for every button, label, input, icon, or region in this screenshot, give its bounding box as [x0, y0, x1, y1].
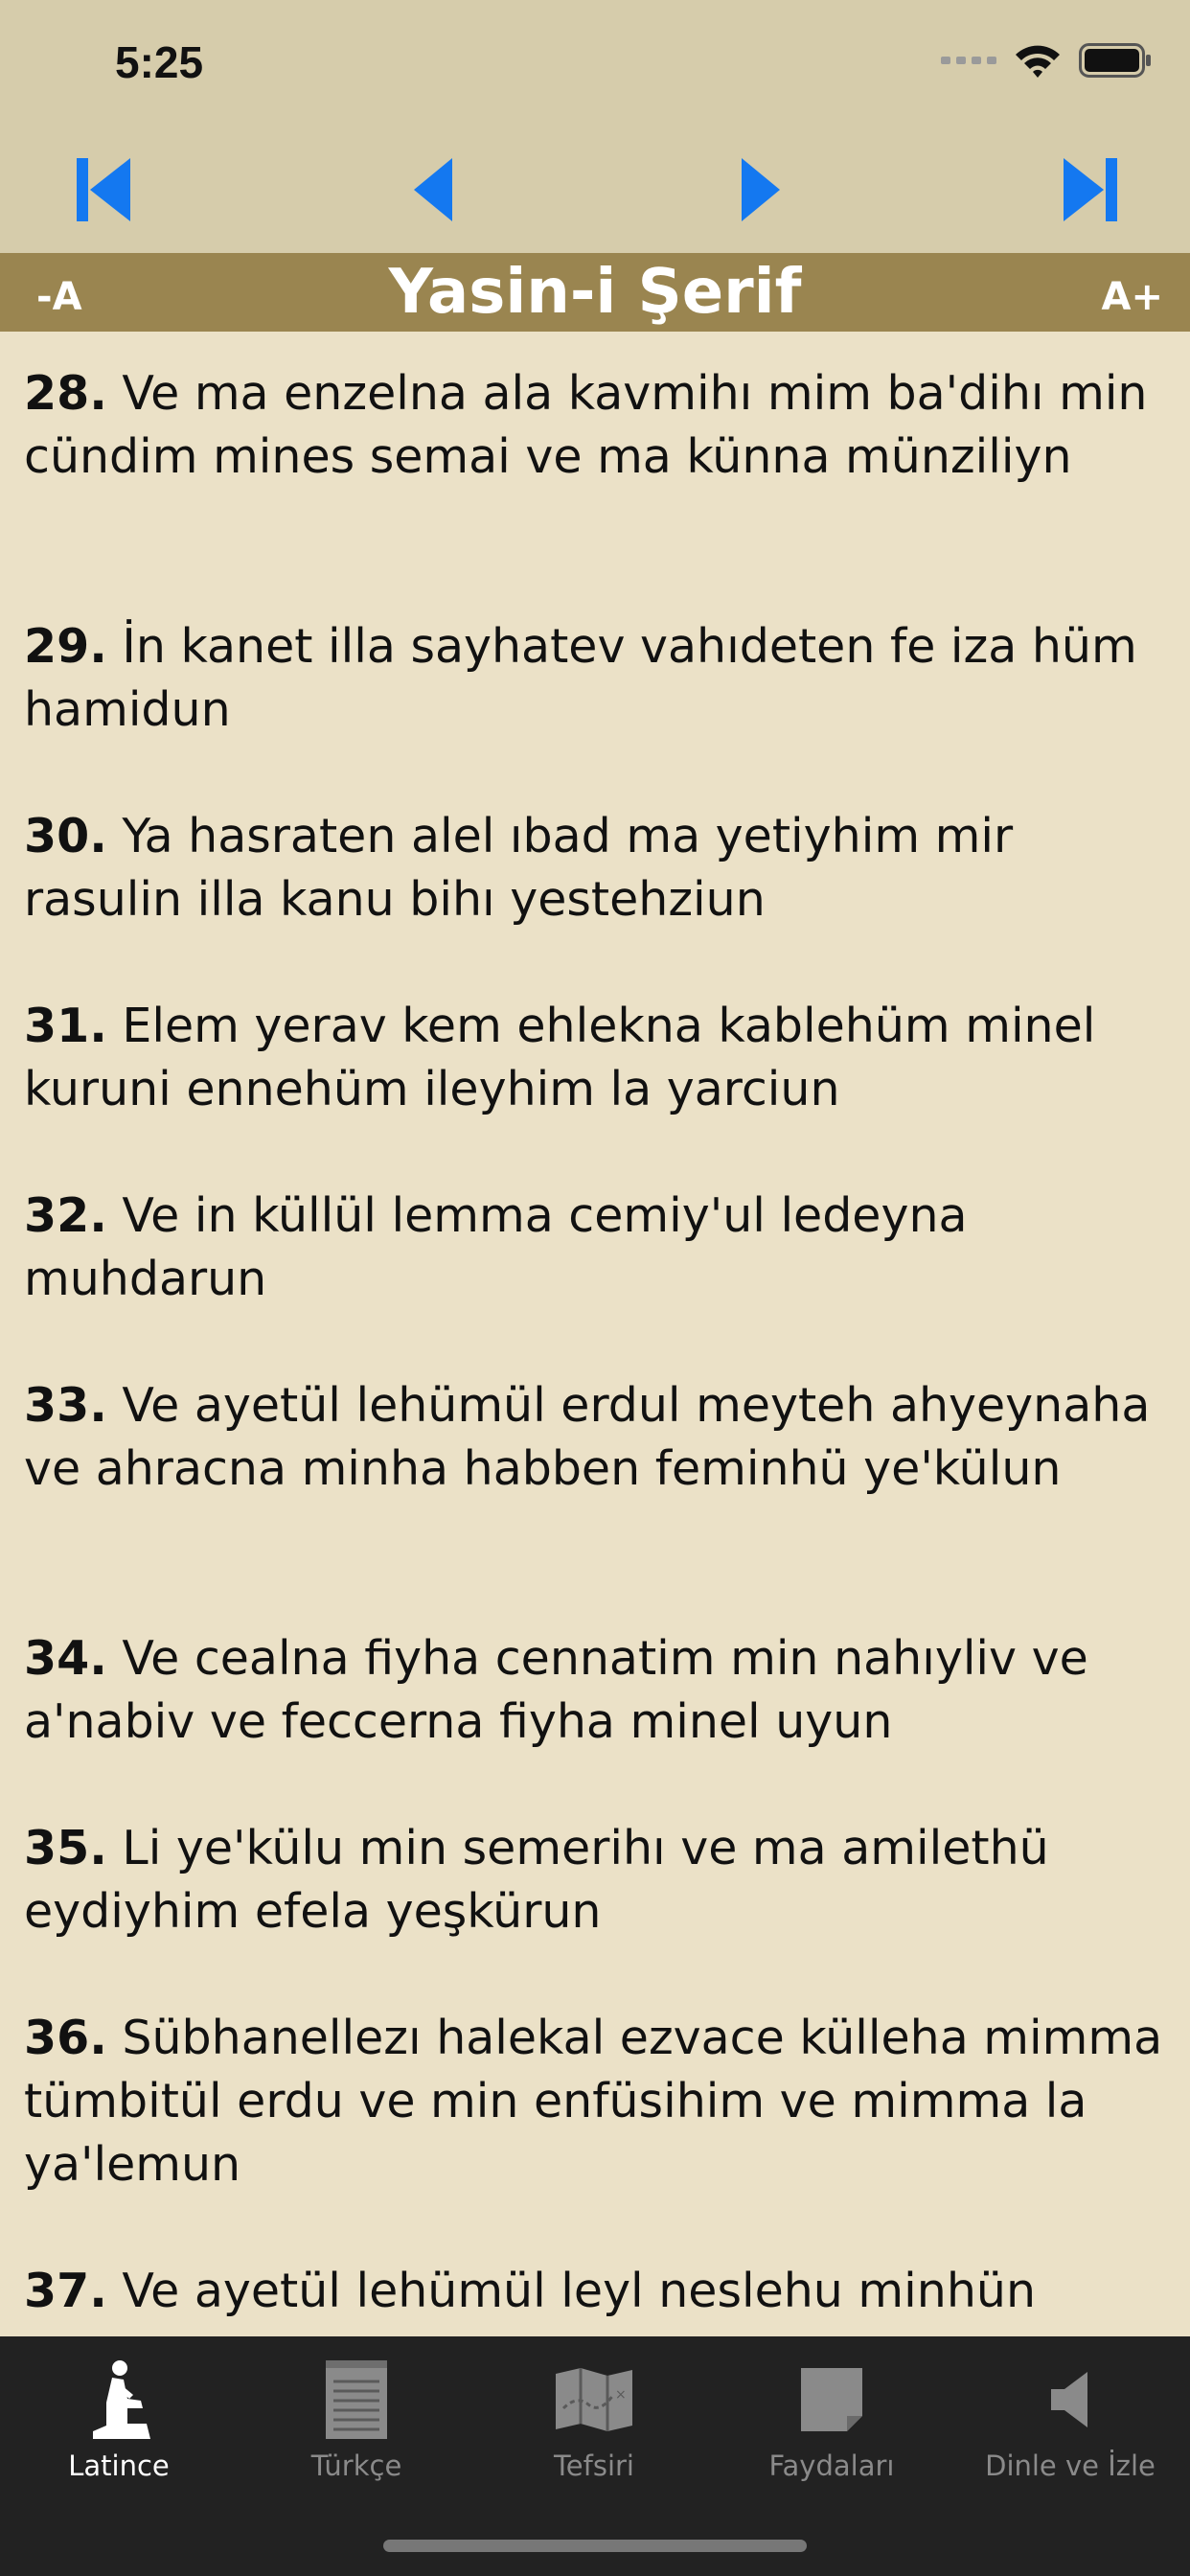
verse-text: İn kanet illa sayhatev vahıdeten fe iza …	[24, 619, 1137, 737]
verse-number: 29.	[24, 619, 107, 674]
wifi-icon	[1016, 45, 1060, 78]
tab-turkce[interactable]: Türkçe	[238, 2336, 475, 2499]
next-icon	[742, 158, 780, 221]
praying-person-icon	[93, 2360, 150, 2439]
verse-text: Elem yerav kem ehlekna kablehüm minel ku…	[24, 999, 1096, 1116]
verse-item: 31. Elem yerav kem ehlekna kablehüm mine…	[24, 995, 1169, 1121]
tab-label: Türkçe	[310, 2450, 402, 2482]
previous-verse-button[interactable]	[393, 150, 473, 230]
tab-label: Faydaları	[768, 2450, 895, 2482]
verse-item: 34. Ve cealna fiyha cennatim min nahıyli…	[24, 1627, 1169, 1754]
skip-to-last-icon	[1064, 158, 1117, 221]
verse-number: 33.	[24, 1378, 107, 1433]
status-bar: 5:25	[0, 0, 1190, 125]
increase-font-button[interactable]: A+	[1102, 253, 1163, 332]
verse-number: 35.	[24, 1821, 107, 1875]
tab-label: Latince	[68, 2450, 170, 2482]
tab-label: Dinle ve İzle	[985, 2450, 1156, 2482]
verse-text: Ya hasraten alel ıbad ma yetiyhim mir ra…	[24, 809, 1014, 927]
previous-icon	[414, 158, 452, 221]
verse-number: 37.	[24, 2264, 107, 2318]
verse-text: Ve ayetül lehümül leyl neslehu minhün	[106, 2264, 1036, 2318]
page-title: Yasin-i Şerif	[388, 257, 802, 328]
battery-icon	[1079, 43, 1151, 78]
title-bar: Yasin-i Şerif -A A+	[0, 253, 1190, 332]
verse-number: 36.	[24, 2011, 107, 2065]
status-time: 5:25	[115, 37, 204, 87]
first-verse-button[interactable]	[63, 150, 144, 230]
tab-latince[interactable]: Latince	[0, 2336, 238, 2499]
verse-item: 28. Ve ma enzelna ala kavmihı mim ba'dih…	[24, 362, 1169, 489]
verse-text: Ve cealna fiyha cennatim min nahıyliv ve…	[24, 1631, 1088, 1749]
decrease-font-button[interactable]: -A	[36, 253, 82, 332]
speaker-icon	[1051, 2372, 1087, 2427]
tab-dinle-ve-izle[interactable]: Dinle ve İzle	[950, 2336, 1190, 2499]
verse-text: Sübhanellezı halekal ezvace külleha mimm…	[24, 2011, 1163, 2192]
sticky-note-icon	[801, 2368, 862, 2431]
verse-item: 33. Ve ayetül lehümül erdul meyteh ahyey…	[24, 1374, 1169, 1501]
tab-label: Tefsiri	[554, 2450, 634, 2482]
skip-to-first-icon	[77, 158, 130, 221]
home-indicator	[383, 2540, 807, 2552]
verse-text: Ve ayetül lehümül erdul meyteh ahyeynaha…	[24, 1378, 1151, 1496]
verse-item: 36. Sübhanellezı halekal ezvace külleha …	[24, 2007, 1169, 2196]
cellular-signal-icon	[941, 57, 996, 64]
verse-number: 32.	[24, 1188, 107, 1243]
next-verse-button[interactable]	[721, 150, 801, 230]
status-icons	[941, 42, 1152, 79]
notepad-icon	[326, 2360, 387, 2439]
verse-number: 30.	[24, 809, 107, 863]
verse-text: Ve in küllül lemma cemiy'ul ledeyna muhd…	[24, 1188, 968, 1306]
tab-tefsiri[interactable]: × Tefsiri	[475, 2336, 713, 2499]
verse-text: Li ye'külu min semerihı ve ma amilethü e…	[24, 1821, 1049, 1939]
last-verse-button[interactable]	[1050, 150, 1131, 230]
map-icon: ×	[556, 2368, 632, 2431]
svg-text:×: ×	[615, 2387, 627, 2403]
verse-item: 32. Ve in küllül lemma cemiy'ul ledeyna …	[24, 1184, 1169, 1311]
verse-item: 35. Li ye'külu min semerihı ve ma amilet…	[24, 1817, 1169, 1944]
verse-item: 30. Ya hasraten alel ıbad ma yetiyhim mi…	[24, 805, 1169, 932]
verse-item: 37. Ve ayetül lehümül leyl neslehu minhü…	[24, 2260, 1169, 2323]
verse-number: 34.	[24, 1631, 107, 1686]
verse-text: Ve ma enzelna ala kavmihı mim ba'dihı mi…	[24, 366, 1148, 484]
verse-number: 28.	[24, 366, 107, 421]
navigation-bar	[0, 125, 1190, 253]
verse-number: 31.	[24, 999, 107, 1053]
verse-item: 29. İn kanet illa sayhatev vahıdeten fe …	[24, 615, 1169, 742]
tab-faydalari[interactable]: Faydaları	[713, 2336, 950, 2499]
verse-list[interactable]: 28. Ve ma enzelna ala kavmihı mim ba'dih…	[0, 332, 1190, 2336]
